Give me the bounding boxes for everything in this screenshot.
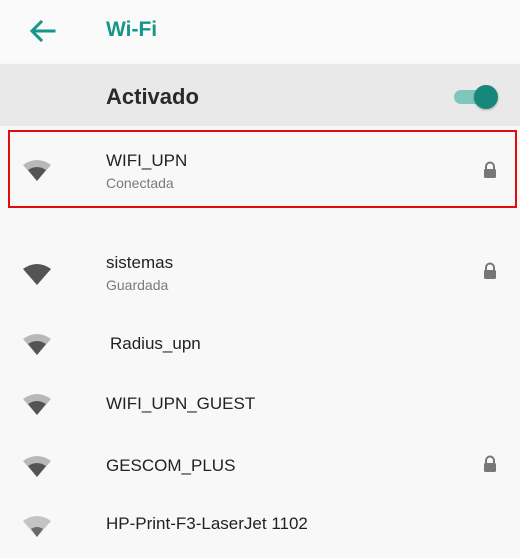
wifi-signal-icon [23, 456, 51, 477]
selection-highlight [8, 130, 517, 208]
toggle-knob [474, 85, 498, 109]
wifi-master-switch-row[interactable]: Activado [0, 64, 520, 126]
lock-icon [484, 455, 496, 472]
network-row-gescom-plus[interactable]: GESCOM_PLUS [0, 438, 520, 496]
wifi-signal-icon [23, 334, 51, 355]
lock-icon [484, 262, 496, 279]
network-row-wifi-upn-guest[interactable]: WIFI_UPN_GUEST [0, 376, 520, 434]
page-title: Wi-Fi [106, 18, 158, 41]
app-bar: Wi-Fi [0, 0, 520, 62]
network-ssid: HP-Print-F3-LaserJet 1102 [106, 514, 308, 533]
back-button[interactable] [28, 18, 56, 44]
arrow-left-icon [29, 19, 56, 43]
network-row-hp-print[interactable]: HP-Print-F3-LaserJet 1102 [0, 498, 520, 556]
network-ssid: WIFI_UPN_GUEST [106, 394, 256, 413]
network-ssid: sistemas [106, 253, 174, 272]
network-row-radius-upn[interactable]: Radius_upn [0, 316, 520, 374]
wifi-signal-icon [23, 264, 51, 285]
wifi-master-switch-label: Activado [106, 84, 199, 109]
wifi-signal-icon [23, 516, 51, 537]
network-ssid: Radius_upn [110, 334, 201, 353]
network-status: Guardada [106, 277, 169, 293]
network-row-sistemas[interactable]: sistemas Guardada [0, 238, 520, 308]
wifi-toggle-switch[interactable] [452, 84, 498, 110]
wifi-signal-icon [23, 394, 51, 415]
network-ssid: GESCOM_PLUS [106, 456, 236, 475]
